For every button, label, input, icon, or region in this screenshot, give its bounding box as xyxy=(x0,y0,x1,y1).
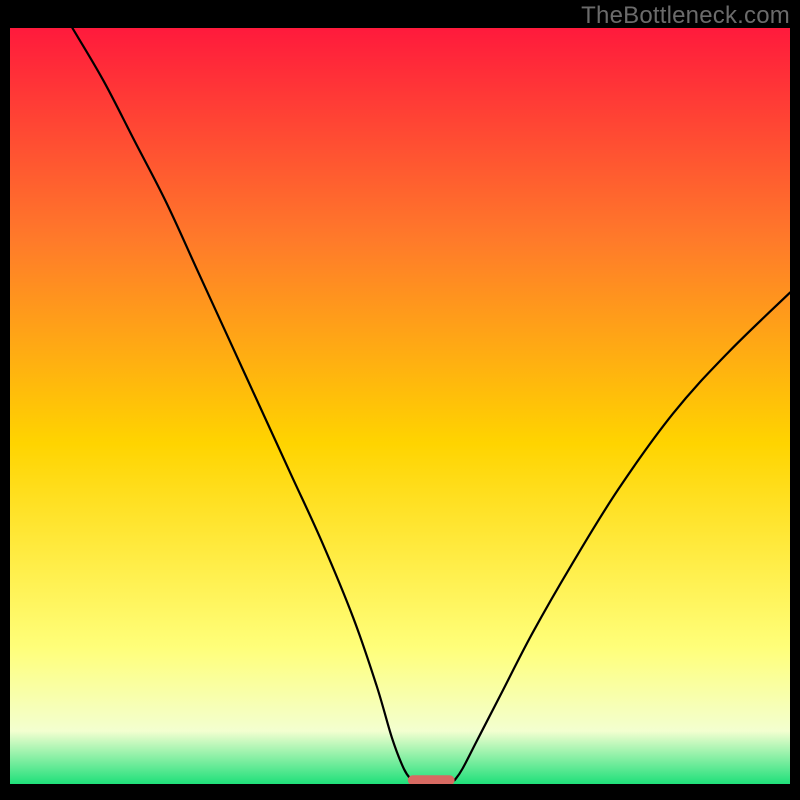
chart-frame: TheBottleneck.com xyxy=(0,0,800,800)
plot-area xyxy=(10,28,790,784)
watermark-text: TheBottleneck.com xyxy=(581,2,790,30)
gradient-background xyxy=(10,28,790,784)
minimum-marker xyxy=(408,775,455,784)
chart-svg xyxy=(10,28,790,784)
